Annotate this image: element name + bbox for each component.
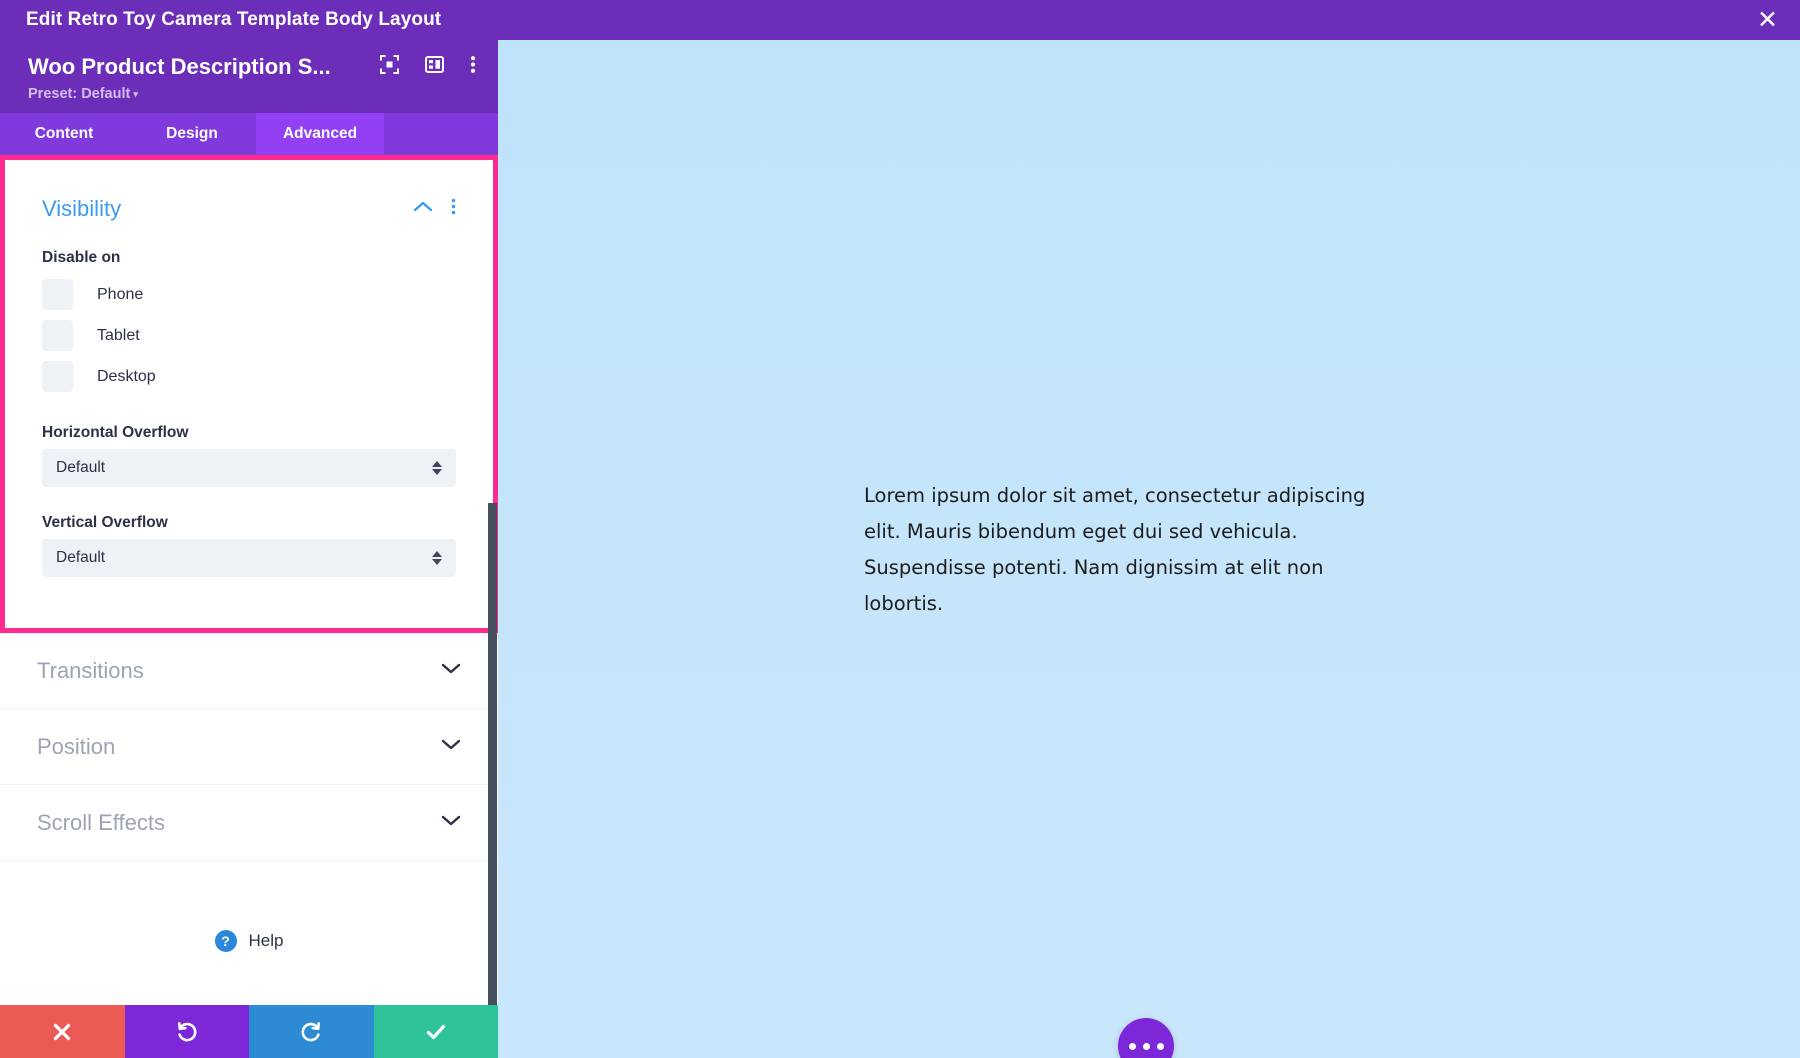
page-title: Edit Retro Toy Camera Template Body Layo…: [26, 9, 442, 30]
fab-dot: [1128, 1042, 1136, 1050]
fab-dot: [1142, 1042, 1150, 1050]
checkbox-desktop[interactable]: [42, 361, 73, 392]
page-preview: Lorem ipsum dolor sit amet, consectetur …: [498, 40, 1800, 1058]
vertical-overflow-select[interactable]: Default: [42, 539, 456, 577]
panel-tabs: Content Design Advanced: [0, 113, 498, 155]
x-icon: [54, 1023, 71, 1040]
section-transitions-label: Transitions: [37, 657, 144, 683]
chevron-down-icon[interactable]: [441, 662, 461, 680]
disable-on-label: Disable on: [42, 249, 121, 266]
checkbox-label-phone: Phone: [97, 285, 144, 303]
preset-selector[interactable]: Preset: Default ▾: [0, 80, 498, 102]
checkbox-tablet[interactable]: [42, 320, 73, 351]
redo-button[interactable]: [249, 1005, 374, 1058]
chevron-up-icon[interactable]: [413, 200, 433, 218]
check-icon: [426, 1024, 445, 1039]
panel-header: Woo Product Description S... Preset: Def…: [0, 40, 498, 113]
chevron-down-icon: ▾: [133, 88, 138, 99]
horizontal-overflow-value: Default: [56, 459, 106, 476]
section-scroll-effects[interactable]: Scroll Effects: [0, 785, 498, 861]
horizontal-overflow-select[interactable]: Default: [42, 449, 456, 487]
section-transitions[interactable]: Transitions: [0, 633, 498, 709]
checkbox-phone[interactable]: [42, 279, 73, 310]
panel-scrollbar[interactable]: [488, 503, 497, 1058]
tab-content[interactable]: Content: [0, 113, 128, 155]
undo-icon: [177, 1021, 197, 1041]
help-icon: ?: [214, 930, 237, 952]
panel-header-icons: [380, 55, 476, 79]
tab-design[interactable]: Design: [128, 113, 256, 155]
help-label: Help: [248, 931, 284, 950]
horizontal-overflow-label: Horizontal Overflow: [42, 424, 189, 441]
section-scroll-effects-label: Scroll Effects: [37, 809, 165, 835]
vertical-overflow-label: Vertical Overflow: [42, 514, 168, 531]
visibility-section: Visibility Disable on Phone Tablet Deskt…: [5, 160, 493, 577]
collapsed-sections: Transitions Position Scroll Effects: [0, 633, 498, 861]
fab-dot: [1156, 1042, 1164, 1050]
checkbox-label-tablet: Tablet: [97, 326, 140, 344]
cancel-button[interactable]: [0, 1005, 125, 1058]
more-vertical-icon[interactable]: [451, 198, 456, 220]
chevron-down-icon[interactable]: [441, 814, 461, 832]
redo-icon: [301, 1021, 321, 1041]
divider: [10, 160, 488, 161]
module-name: Woo Product Description S...: [28, 54, 331, 79]
product-description-text: Lorem ipsum dolor sit amet, consectetur …: [864, 484, 1366, 615]
panel-body: Visibility Disable on Phone Tablet Deskt…: [0, 155, 498, 1058]
vertical-overflow-value: Default: [56, 549, 106, 566]
section-position-label: Position: [37, 733, 116, 759]
tab-advanced[interactable]: Advanced: [256, 113, 384, 155]
more-vertical-icon[interactable]: [470, 55, 476, 79]
editor-top-bar: Edit Retro Toy Camera Template Body Layo…: [0, 0, 1800, 40]
visibility-section-highlight: Visibility Disable on Phone Tablet Deskt…: [0, 155, 498, 633]
visibility-section-title: Visibility: [42, 196, 122, 221]
preset-label: Preset: Default: [28, 86, 131, 102]
module-settings-panel: Woo Product Description S... Preset: Def…: [0, 40, 498, 1058]
undo-button[interactable]: [124, 1005, 249, 1058]
checkbox-row-desktop[interactable]: Desktop: [42, 356, 456, 397]
help-row[interactable]: ? Help: [0, 861, 498, 1021]
stepper-arrows-icon: [432, 461, 442, 475]
tab-filler: [384, 113, 498, 155]
save-button[interactable]: [373, 1005, 498, 1058]
section-position[interactable]: Position: [0, 709, 498, 785]
layout-columns-icon[interactable]: [425, 55, 444, 79]
panel-action-bar: [0, 1005, 498, 1058]
checkbox-label-desktop: Desktop: [97, 367, 156, 385]
checkbox-row-phone[interactable]: Phone: [42, 274, 456, 315]
chevron-down-icon[interactable]: [441, 738, 461, 756]
checkbox-row-tablet[interactable]: Tablet: [42, 315, 456, 356]
focus-target-icon[interactable]: [380, 55, 399, 79]
close-icon[interactable]: ✕: [1757, 7, 1778, 33]
more-options-fab[interactable]: [1118, 1018, 1174, 1058]
stepper-arrows-icon: [432, 551, 442, 565]
